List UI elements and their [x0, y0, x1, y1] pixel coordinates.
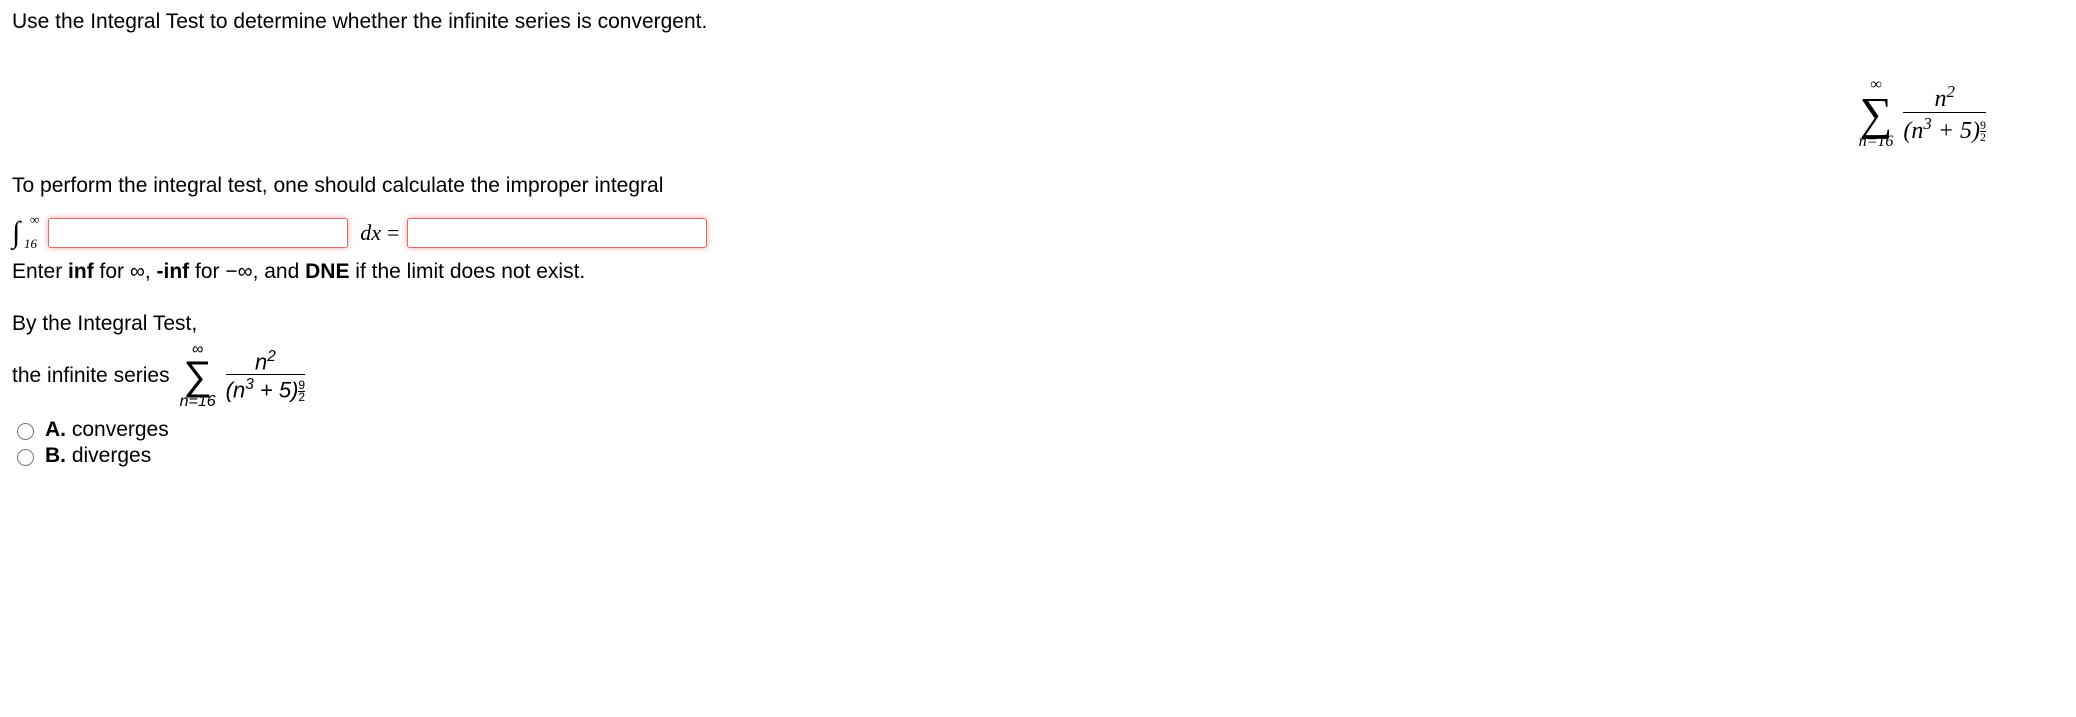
sum-lower-inline: n=16	[180, 394, 216, 410]
fraction-denominator: (n3 + 5)92	[1903, 112, 1986, 144]
fraction-denominator-inline: (n3 + 5)92	[226, 374, 305, 403]
perform-text: To perform the integral test, one should…	[12, 174, 2064, 198]
option-b-radio[interactable]	[17, 449, 34, 466]
dx-label: dx	[360, 220, 381, 246]
answer-options: A. converges B. diverges	[12, 418, 2064, 468]
sum-lower: n=16	[1859, 134, 1894, 150]
conclusion-line: the infinite series ∞ ∑ n=16 n2 (n3 + 5)…	[12, 342, 2064, 410]
integral-lower: 16	[24, 236, 37, 252]
integrand-input[interactable]	[48, 218, 348, 248]
fraction-numerator: n2	[1935, 83, 1955, 112]
option-a-label: A. converges	[45, 418, 169, 442]
option-a-row: A. converges	[12, 418, 2064, 442]
integral-upper: ∞	[30, 212, 39, 228]
option-b-label: B. diverges	[45, 444, 151, 468]
fraction-numerator-inline: n2	[255, 349, 276, 375]
integral-icon: ∫ ∞ 16	[12, 216, 20, 250]
sigma-icon: ∑	[183, 358, 212, 394]
integral-expression: ∫ ∞ 16 dx =	[12, 216, 2064, 250]
series-inline: ∞ ∑ n=16 n2 (n3 + 5)92	[180, 342, 306, 410]
conclusion-prefix: the infinite series	[12, 364, 170, 388]
series-display: ∞ ∑ n=16 n2 (n3 + 5)92	[1859, 70, 1986, 150]
option-a-radio[interactable]	[17, 423, 34, 440]
sigma-icon: ∑	[1860, 93, 1893, 134]
equals-label: =	[387, 220, 399, 246]
question-prompt: Use the Integral Test to determine wheth…	[12, 10, 2064, 34]
input-hint: Enter inf for ∞, -inf for −∞, and DNE if…	[12, 260, 2064, 284]
result-input[interactable]	[407, 218, 707, 248]
option-b-row: B. diverges	[12, 444, 2064, 468]
conclusion-intro: By the Integral Test,	[12, 312, 2064, 336]
